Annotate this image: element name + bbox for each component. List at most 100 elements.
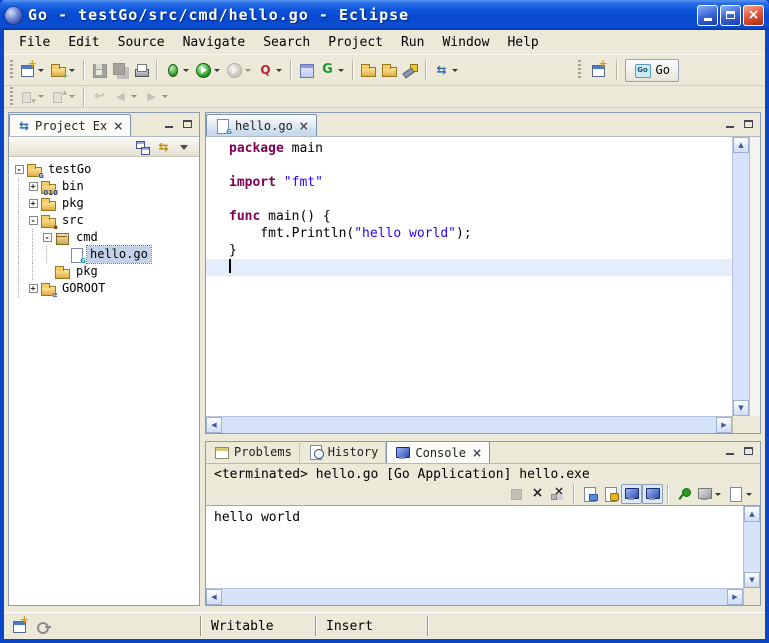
collapse-all-button[interactable] — [132, 138, 153, 156]
scroll-right-icon[interactable]: ▶ — [727, 589, 743, 605]
editor-vertical-scrollbar[interactable]: ▲ ▼ — [732, 137, 749, 416]
tab-close-icon[interactable]: × — [299, 120, 309, 132]
menu-project[interactable]: Project — [319, 32, 392, 53]
link-with-editor-button[interactable] — [153, 138, 174, 156]
last-edit-location-button[interactable] — [89, 85, 110, 109]
dropdown-arrow-icon[interactable] — [746, 493, 752, 496]
menu-run[interactable]: Run — [392, 32, 433, 53]
toolbar-grip[interactable] — [10, 60, 13, 80]
show-stdout-button[interactable] — [621, 484, 642, 504]
toolbar-grip[interactable] — [578, 60, 581, 80]
dropdown-arrow-icon[interactable] — [338, 69, 344, 72]
console-horizontal-scrollbar[interactable]: ◀ ▶ — [206, 588, 743, 605]
tree-item-src[interactable]: -▪src — [9, 212, 199, 229]
tree-expander[interactable]: + — [29, 284, 38, 293]
back-button[interactable] — [110, 85, 141, 109]
coverage-button[interactable] — [255, 58, 286, 82]
fast-view-icon[interactable] — [11, 618, 28, 634]
console-output[interactable]: hello world — [206, 506, 743, 588]
scroll-lock-button[interactable] — [600, 484, 621, 504]
remove-all-terminated-button[interactable] — [548, 484, 569, 504]
menu-source[interactable]: Source — [109, 32, 174, 53]
tab-history[interactable]: History — [300, 441, 387, 463]
remove-launch-button[interactable] — [527, 484, 548, 504]
menu-search[interactable]: Search — [254, 32, 319, 53]
new-wizard-button[interactable] — [17, 58, 48, 82]
new-folder-button[interactable]: + — [48, 58, 79, 82]
dropdown-arrow-icon[interactable] — [715, 493, 721, 496]
tree-item-pkg[interactable]: +pkg — [9, 195, 199, 212]
tree-expander[interactable]: - — [43, 233, 52, 242]
scroll-up-icon[interactable]: ▲ — [733, 137, 749, 153]
show-stderr-button[interactable] — [642, 484, 663, 504]
resize-sash[interactable] — [205, 434, 761, 441]
menu-edit[interactable]: Edit — [59, 32, 108, 53]
scroll-left-icon[interactable]: ◀ — [206, 589, 222, 605]
minimize-view-button[interactable] — [722, 444, 737, 457]
team-sync-button[interactable] — [431, 58, 462, 82]
dropdown-arrow-icon[interactable] — [162, 95, 168, 98]
menu-navigate[interactable]: Navigate — [174, 32, 255, 53]
tree-expander[interactable]: + — [29, 199, 38, 208]
new-go-project-button[interactable] — [296, 58, 317, 82]
tree-expander[interactable]: + — [29, 182, 38, 191]
dropdown-arrow-icon[interactable] — [38, 69, 44, 72]
dropdown-arrow-icon[interactable] — [69, 95, 75, 98]
next-annotation-button[interactable] — [17, 85, 48, 109]
dropdown-arrow-icon[interactable] — [214, 69, 220, 72]
debug-button[interactable] — [162, 58, 193, 82]
tab-hello-go[interactable]: G hello.go × — [206, 114, 317, 136]
dropdown-arrow-icon[interactable] — [131, 95, 137, 98]
tree-expander[interactable]: - — [29, 216, 38, 225]
toolbar-grip[interactable] — [10, 87, 13, 107]
go-perspective-button[interactable]: Go — [625, 59, 679, 82]
open-archive-button[interactable] — [358, 58, 379, 82]
menu-file[interactable]: File — [10, 32, 59, 53]
tree-item-pkg[interactable]: pkg — [9, 263, 199, 280]
tab-project-explorer[interactable]: Project Ex × — [9, 114, 131, 136]
tab-close-icon[interactable]: × — [113, 120, 123, 132]
scroll-up-icon[interactable]: ▲ — [744, 506, 760, 522]
tree-item-cmd[interactable]: -cmd — [9, 229, 199, 246]
terminate-button[interactable] — [506, 484, 527, 504]
tab-close-icon[interactable]: × — [472, 447, 482, 459]
tab-problems[interactable]: Problems — [206, 441, 300, 463]
run-button[interactable] — [193, 58, 224, 82]
open-console-button[interactable] — [725, 484, 756, 504]
tree-item-hello-go[interactable]: Ghello.go — [9, 246, 199, 263]
view-menu-button[interactable] — [174, 138, 195, 156]
scroll-down-icon[interactable]: ▼ — [744, 572, 760, 588]
dropdown-arrow-icon[interactable] — [245, 69, 251, 72]
maximize-view-button[interactable] — [180, 117, 195, 130]
minimize-view-button[interactable] — [161, 117, 176, 130]
pin-console-button[interactable] — [673, 484, 694, 504]
dropdown-arrow-icon[interactable] — [38, 95, 44, 98]
tree-item-bin[interactable]: +010bin — [9, 178, 199, 195]
dropdown-arrow-icon[interactable] — [276, 69, 282, 72]
print-button[interactable] — [131, 58, 152, 82]
menu-help[interactable]: Help — [498, 32, 547, 53]
tree-expander[interactable]: - — [15, 165, 24, 174]
maximize-button[interactable] — [720, 5, 741, 26]
open-folder-button[interactable] — [379, 58, 400, 82]
display-selected-console-button[interactable] — [694, 484, 725, 504]
scroll-left-icon[interactable]: ◀ — [206, 417, 222, 433]
maximize-view-button[interactable] — [741, 444, 756, 457]
menu-window[interactable]: Window — [433, 32, 498, 53]
save-button[interactable] — [89, 58, 110, 82]
code-area[interactable]: package mainimport "fmt"func main() { fm… — [206, 137, 732, 416]
tab-console[interactable]: Console× — [386, 441, 490, 463]
save-all-button[interactable] — [110, 58, 131, 82]
dropdown-arrow-icon[interactable] — [183, 69, 189, 72]
profile-button[interactable] — [224, 58, 255, 82]
tree-item-testgo[interactable]: -GtestGo — [9, 161, 199, 178]
key-status-icon[interactable] — [35, 618, 52, 634]
scroll-down-icon[interactable]: ▼ — [733, 400, 749, 416]
scroll-right-icon[interactable]: ▶ — [716, 417, 732, 433]
go-element-wizard-button[interactable] — [317, 58, 348, 82]
open-perspective-button[interactable] — [588, 58, 609, 82]
search-button[interactable] — [400, 58, 421, 82]
title-bar[interactable]: Go - testGo/src/cmd/hello.go - Eclipse × — [0, 0, 769, 30]
minimize-view-button[interactable] — [722, 117, 737, 130]
prev-annotation-button[interactable] — [48, 85, 79, 109]
